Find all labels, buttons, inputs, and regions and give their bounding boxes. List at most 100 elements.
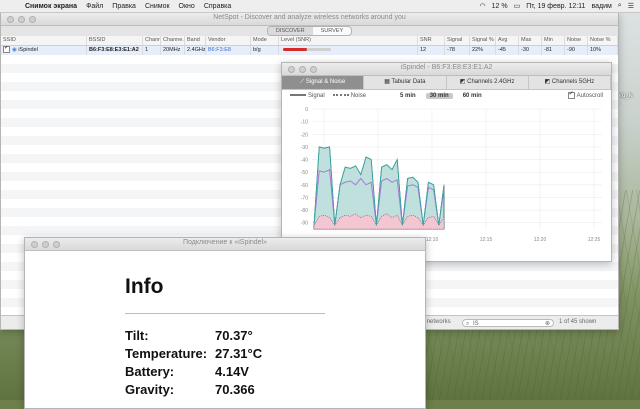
info-row-battery: Battery: 4.14V [125,363,249,379]
menu-app[interactable]: Снимок экрана [25,3,77,10]
ispindel-info-window: Подключение к «iSpindel» Info Tilt: 70.37… [24,237,426,409]
x-tick-label: 12:10 [426,237,439,243]
tab-channels-5[interactable]: ◩ Channels 5GHz [529,76,611,89]
cell-level [279,46,418,55]
cell-bssid: B6:F3:E8:E3:E1:A2 [87,46,143,55]
menu-capture[interactable]: Снимок [145,3,170,10]
col-max[interactable]: Max [519,36,542,45]
mode-switch: DISCOVER SURVEY [266,26,353,36]
col-signal-pct[interactable]: Signal % [470,36,496,45]
col-level[interactable]: Level (SNR) [279,36,418,45]
menu-help[interactable]: Справка [204,3,231,10]
battery-percent[interactable]: 12 % [492,3,508,10]
range-30min-button[interactable]: 30 min [425,92,453,99]
col-noise-pct[interactable]: Noise % [588,36,618,45]
detail-titlebar[interactable]: iSpindel - B6:F3:E8:E3:E1:A2 [282,63,611,76]
signal-noise-chart: 0-10-20-30-40-50-60-70-80-9012:0012:0512… [301,107,602,243]
cell-width: 20MHz [161,46,185,55]
y-tick-label: -20 [301,132,308,138]
autoscroll-toggle[interactable]: Autoscroll [567,90,603,99]
clear-search-icon[interactable]: ⊗ [545,320,550,328]
col-min[interactable]: Min [542,36,565,45]
col-signal[interactable]: Signal [445,36,470,45]
networks-table: SSID BSSID Chann... Channe... Band Vendo… [1,36,618,55]
search-icon[interactable]: ⌕ [618,2,622,10]
cell-snr: 12 [418,46,445,55]
x-tick-label: 12:15 [480,237,493,243]
notification-list-icon[interactable]: ☰ [628,2,634,10]
main-window-title: NetSpot - Discover and analyze wireless … [213,14,406,21]
y-tick-label: -80 [301,208,308,214]
cell-signal: -78 [445,46,470,55]
x-tick-label: 12:25 [588,237,601,243]
channels-icon: ◩ [544,79,552,85]
menu-edit[interactable]: Правка [112,3,136,10]
info-window-title: Подключение к «iSpindel» [182,239,268,246]
info-titlebar[interactable]: Подключение к «iSpindel» [25,238,425,251]
cell-min: -81 [542,46,565,55]
ssid-text: iSpindel [18,47,38,53]
channels-icon: ◩ [459,79,468,85]
y-tick-label: -60 [301,183,308,189]
col-vendor[interactable]: Vendor [206,36,251,45]
col-mode[interactable]: Mode [251,36,279,45]
menu-file[interactable]: Файл [86,3,103,10]
row-checkbox[interactable] [3,46,10,54]
cell-max: -30 [519,46,542,55]
shown-count: 1 of 45 shown [559,319,597,325]
user-name[interactable]: вадим [591,3,611,10]
signal-legend: Signal [290,93,325,99]
chart-controls: Signal Noise 5 min 30 min 60 min Autoscr… [282,90,611,101]
tab-label: Channels 2.4GHz [467,79,515,85]
range-60min-button[interactable]: 60 min [463,93,482,99]
y-tick-label: -50 [301,170,308,176]
info-content: Info Tilt: 70.37° Temperature: 27.31°C Bat… [25,251,425,398]
cell-vendor[interactable]: B6:F3:E8 [206,46,251,55]
cell-ssid: ◉ iSpindel [1,46,87,55]
col-avg[interactable]: Avg [496,36,519,45]
tab-label: Channels 5GHz [551,79,595,85]
menu-window[interactable]: Окно [179,3,195,10]
col-band[interactable]: Band [185,36,206,45]
network-detail-window: iSpindel - B6:F3:E8:E3:E1:A2 ⟋ Signal & … [281,62,612,262]
divider [125,313,325,314]
survey-mode-button[interactable]: SURVEY [313,27,352,35]
cell-channel: 1 [143,46,161,55]
col-noise[interactable]: Noise [565,36,588,45]
search-icon: ⌕ [466,321,470,327]
col-channel[interactable]: Chann... [143,36,161,45]
range-5min-button[interactable]: 5 min [400,93,416,99]
cell-avg: -45 [496,46,519,55]
network-search-input[interactable]: ⌕ IS ⊗ [462,319,554,327]
info-row-gravity: Gravity: 70.366 [125,381,255,397]
col-bssid[interactable]: BSSID [87,36,143,45]
y-tick-label: -10 [301,120,308,126]
search-value: IS [473,321,479,327]
col-ssid[interactable]: SSID [1,36,87,45]
menu-bar: Снимок экрана Файл Правка Снимок Окно Сп… [0,0,640,13]
noise-legend: Noise [332,93,366,99]
table-header: SSID BSSID Chann... Channe... Band Vendo… [1,36,618,46]
col-snr[interactable]: SNR [418,36,445,45]
tab-signal-noise[interactable]: ⟋ Signal & Noise [282,76,365,89]
battery-icon[interactable]: ▭ [514,2,521,10]
tab-channels-24[interactable]: ◩ Channels 2.4GHz [447,76,529,89]
cell-noise: -90 [565,46,588,55]
tab-label: Tabular Data [391,79,426,85]
y-tick-label: -40 [301,158,308,164]
discover-mode-button[interactable]: DISCOVER [267,27,313,35]
cell-mode: b/g [251,46,279,55]
main-titlebar[interactable]: NetSpot - Discover and analyze wireless … [1,13,618,26]
filter-label: r networks [423,319,451,325]
cell-band: 2.4GHz [187,46,206,55]
wifi-icon[interactable]: ◠ [480,2,486,10]
info-row-temperature: Temperature: 27.31°C [125,345,263,361]
y-tick-label: -30 [301,145,308,151]
info-row-tilt: Tilt: 70.37° [125,327,253,343]
tab-tabular-data[interactable]: ▦ Tabular Data [364,76,447,89]
snr-level-bar [283,48,331,52]
tab-label: Signal & Noise [305,79,346,85]
col-channel-width[interactable]: Channe... [161,36,185,45]
clock[interactable]: Пт, 19 февр. 12:11 [526,3,585,10]
table-row[interactable]: ◉ iSpindel B6:F3:E8:E3:E1:A2 1 20MHz 2.4… [1,46,618,55]
